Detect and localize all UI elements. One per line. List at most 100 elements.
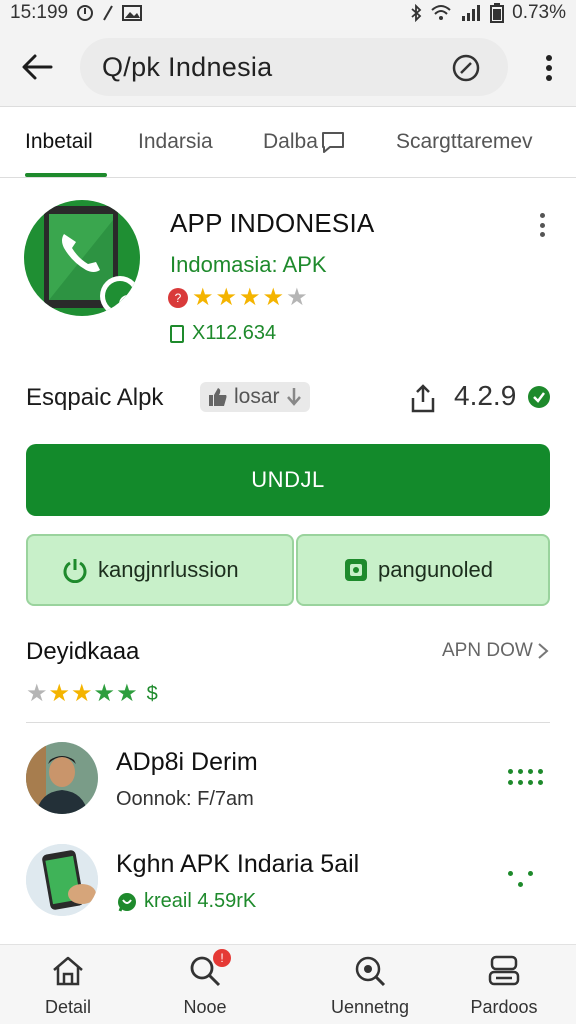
search-input[interactable]: Q/pk Indnesia — [80, 38, 552, 96]
battery-icon — [490, 3, 505, 23]
install-button[interactable]: UNDJL — [26, 444, 550, 516]
history-button[interactable] — [446, 48, 486, 88]
list-item-menu-icon[interactable] — [508, 762, 548, 792]
uninstall-button[interactable]: pangunoled — [296, 534, 550, 606]
nav-label: Uennetng — [330, 997, 410, 1017]
star-icon: ★ — [93, 680, 116, 707]
nav-pardoos[interactable]: Pardoos — [444, 953, 564, 1023]
wifi-icon — [430, 4, 452, 22]
app-title: APP INDONESIA — [170, 208, 375, 238]
tab-detail[interactable]: Inbetail — [25, 107, 93, 177]
search-header: Q/pk Indnesia — [0, 26, 576, 106]
app-icon[interactable] — [24, 200, 140, 316]
warning-badge: ? — [168, 288, 188, 308]
star-icon: ★ — [262, 284, 285, 311]
status-bar: 15:199 0.73% — [0, 0, 576, 26]
nav-label: Pardoos — [470, 997, 538, 1017]
reviews-rating: ★ ★ ★ ★ ★ $ — [26, 682, 158, 706]
app-developer[interactable]: Indomasia: APK — [170, 252, 327, 278]
star-icon: ★ — [26, 680, 48, 707]
list-item-subtitle-text: kreail 4.59rK — [144, 890, 257, 912]
search-query[interactable]: Q/pk Indnesia — [102, 52, 273, 83]
active-tab-indicator — [25, 173, 107, 177]
list-item-menu-icon[interactable] — [508, 864, 548, 894]
history-icon — [452, 54, 480, 82]
tab-indonesia[interactable]: Indarsia — [138, 107, 213, 177]
tab-label: Indarsia — [138, 130, 213, 153]
card-menu-button[interactable] — [532, 210, 552, 240]
star-icon: ★ — [192, 284, 214, 311]
list-item[interactable]: ADp8i Derim Oonnok: F/7am — [26, 742, 556, 822]
reviews-link-label: APN DOW — [442, 640, 533, 661]
more-vertical-icon — [546, 55, 552, 81]
cell-signal-icon — [460, 4, 482, 22]
price-symbol: $ — [146, 682, 158, 705]
reviews-link[interactable]: APN DOW — [442, 640, 549, 662]
info-label: Esqpaic Alpk — [26, 384, 164, 411]
thumbs-up-icon — [209, 388, 227, 406]
share-icon — [411, 384, 435, 413]
more-dot — [539, 232, 545, 237]
like-chip[interactable]: losar — [200, 382, 310, 412]
status-time: 15:199 — [10, 2, 69, 23]
bottom-navigation: Detail ! Nooe Uennetng Pardoos — [0, 944, 576, 1024]
tab-label: Inbetail — [25, 130, 93, 153]
nav-zoom[interactable]: Uennetng — [310, 953, 430, 1023]
chat-icon — [118, 892, 136, 912]
arrow-left-icon — [22, 54, 53, 80]
list-item-subtitle: kreail 4.59rK — [116, 890, 256, 913]
star-icon: ★ — [286, 284, 308, 311]
tab-bar: Inbetail Indarsia Dalba Scargttaremev — [0, 106, 576, 178]
battery-percent: 0.73% — [512, 2, 566, 23]
reviews-heading: Deyidkaaa — [26, 638, 140, 665]
square-icon — [344, 558, 368, 582]
chevron-right-icon — [538, 643, 549, 659]
list-item-title: ADp8i Derim — [116, 748, 258, 776]
avatar — [26, 742, 98, 814]
home-icon — [50, 953, 86, 989]
open-button-label: kangjnrlussion — [98, 557, 239, 582]
list-item-subtitle: Oonnok: F/7am — [116, 788, 254, 810]
bluetooth-icon — [410, 4, 422, 22]
share-button[interactable] — [406, 382, 440, 416]
stack-icon — [486, 953, 522, 989]
back-button[interactable] — [18, 48, 56, 86]
verified-icon — [528, 386, 550, 408]
tab-dalba[interactable]: Dalba — [263, 107, 346, 177]
list-item-title: Kghn APK Indaria 5ail — [116, 850, 360, 878]
star-icon: ★ — [239, 284, 261, 311]
tab-label: Scargttaremev — [396, 130, 533, 153]
phone-app-icon — [44, 206, 140, 316]
nav-label: Detail — [44, 997, 92, 1017]
tab-settings[interactable]: Scargttaremev — [396, 107, 533, 177]
nav-label: Nooe — [183, 997, 227, 1017]
rating-value: 4.2.9 — [454, 380, 517, 411]
more-dot — [539, 222, 545, 228]
power-icon — [62, 557, 88, 583]
file-icon — [170, 324, 184, 343]
divider — [26, 722, 550, 723]
overflow-menu-button[interactable] — [534, 48, 564, 88]
signal-slash-icon — [102, 4, 114, 22]
notification-badge: ! — [213, 949, 231, 967]
zoom-icon — [352, 953, 388, 989]
image-icon — [122, 5, 143, 21]
nav-search[interactable]: ! Nooe — [145, 949, 265, 1023]
chip-label: losar — [234, 385, 280, 408]
star-icon: ★ — [71, 680, 93, 707]
star-icon: ★ — [215, 284, 238, 311]
more-vertical-icon — [539, 213, 545, 218]
star-icon: ★ — [48, 680, 71, 707]
app-thumbnail — [26, 844, 98, 916]
open-button[interactable]: kangjnrlussion — [26, 534, 294, 606]
app-info-row: Esqpaic Alpk losar 4.2.9 — [26, 380, 556, 420]
comment-icon — [321, 132, 344, 153]
search-icon: ! — [187, 949, 231, 989]
tab-label: Dalba — [263, 130, 318, 153]
list-item[interactable]: Kghn APK Indaria 5ail kreail 4.59rK — [26, 844, 556, 924]
nav-detail[interactable]: Detail — [8, 953, 128, 1023]
app-meta-value: X112.634 — [192, 322, 277, 344]
arrow-down-icon — [286, 388, 301, 406]
star-icon: ★ — [116, 680, 138, 707]
app-meta: X112.634 — [170, 322, 276, 345]
